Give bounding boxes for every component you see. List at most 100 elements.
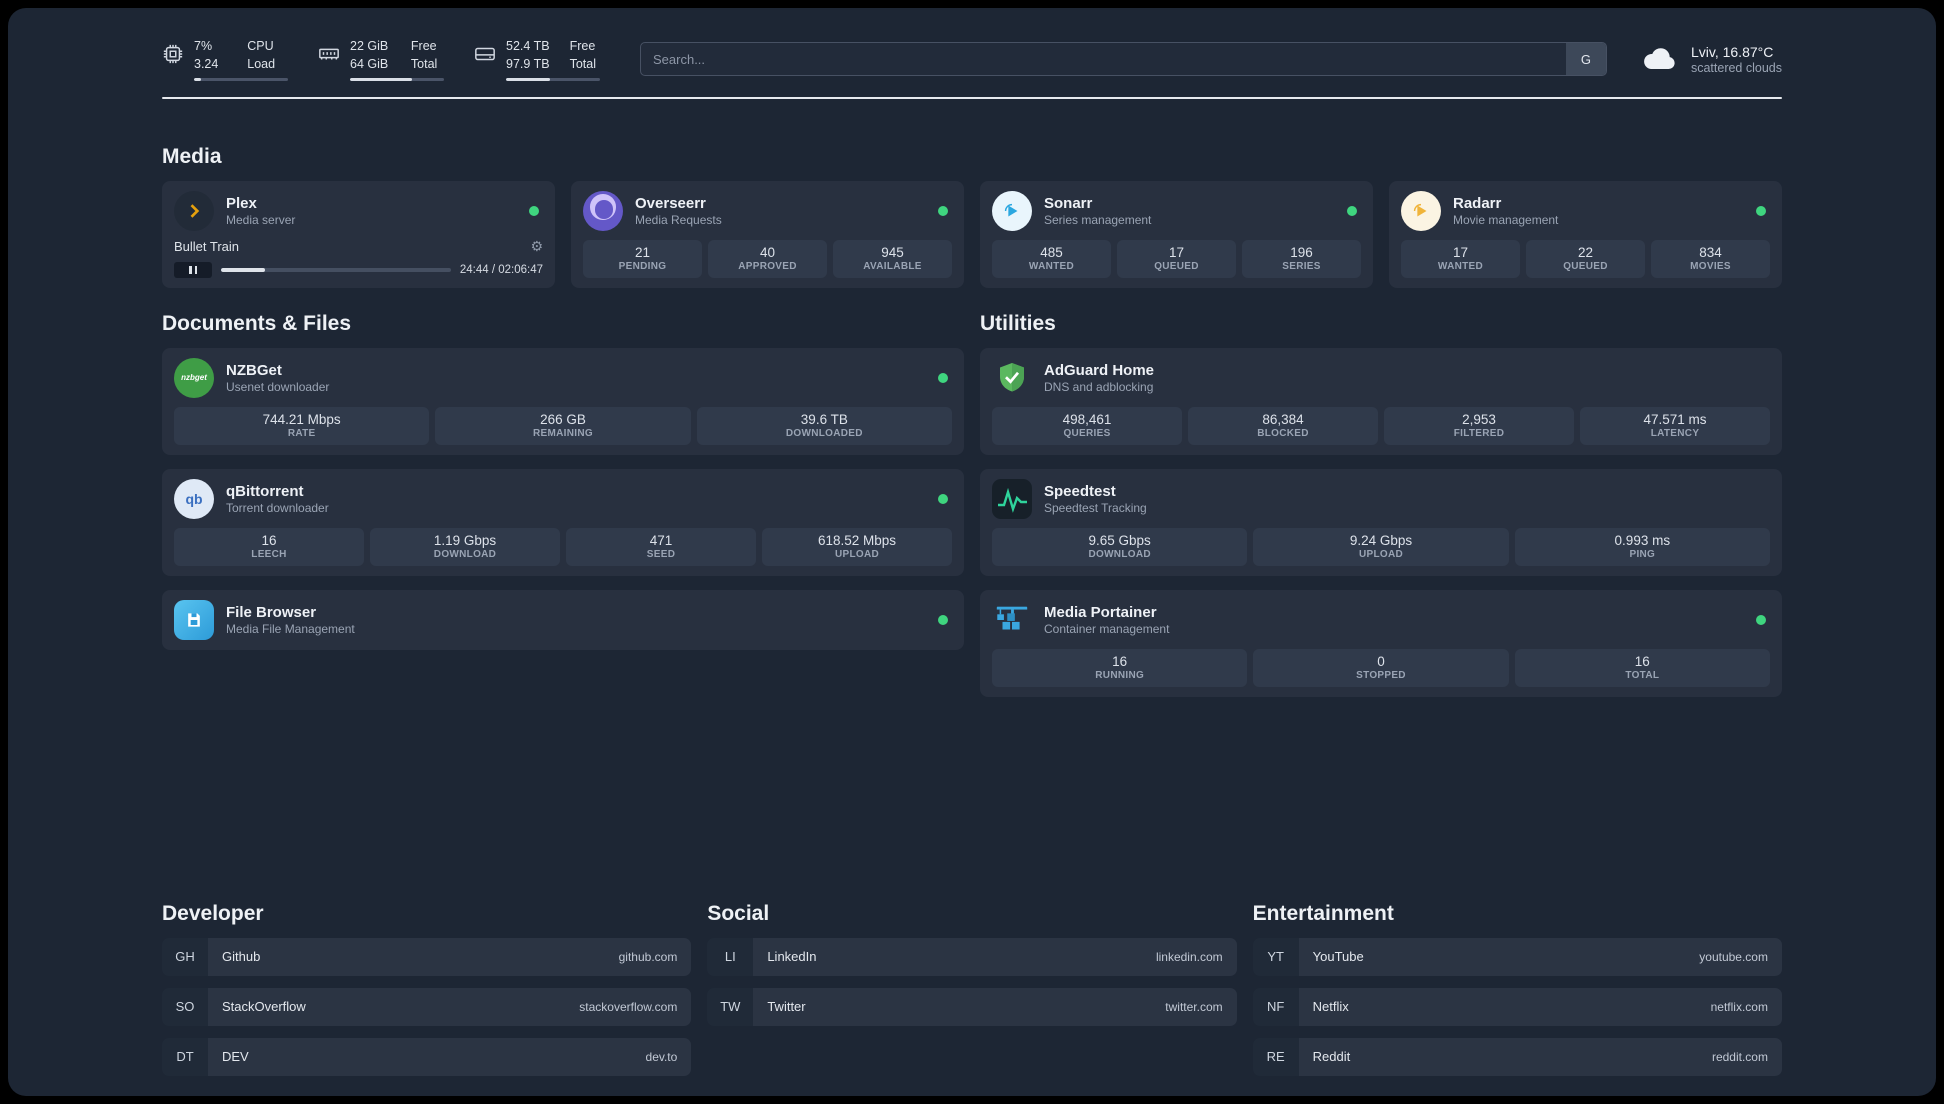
service-subtitle: Torrent downloader [226,500,329,515]
bookmark-name: Twitter [767,999,806,1015]
status-dot [938,493,948,504]
service-name[interactable]: Radarr [1453,195,1558,212]
service-name[interactable]: qBittorrent [226,483,329,500]
pause-button[interactable] [174,261,212,278]
disk-usage-bar [506,77,600,81]
section-title-entertainment: Entertainment [1252,901,1394,925]
service-card-plex: Plex Media server Bullet Train ⚙ 24:44 /… [162,180,555,288]
bookmarks-section: Developer GH Github github.com SO StackOv… [162,902,1782,1096]
bookmark-name: StackOverflow [222,999,306,1015]
now-playing-title: Bullet Train [174,238,240,254]
bookmark-abbr: LI [707,937,754,976]
plex-icon [174,190,214,231]
service-subtitle: Movie management [1453,212,1559,227]
bookmark-name: DEV [222,1049,249,1065]
bookmark-youtube[interactable]: YT YouTube youtube.com [1252,937,1782,976]
service-subtitle: Series management [1044,212,1152,227]
bookmark-group-social: Social LI LinkedIn linkedin.com TW Twitte… [707,902,1237,1026]
bookmark-group-developer: Developer GH Github github.com SO StackOv… [162,902,692,1076]
service-name[interactable]: Sonarr [1044,195,1151,212]
bookmark-reddit[interactable]: RE Reddit reddit.com [1252,1037,1782,1076]
stat-tile: 86,384 BLOCKED [1188,406,1378,445]
stat-tile: 266 GB REMAINING [435,406,691,445]
cpu-value: 7% [194,39,213,53]
service-subtitle: Speedtest Tracking [1044,500,1147,515]
header-divider [162,96,1782,99]
service-card-qbittorrent: qb qBittorrent Torrent downloader 16 LEEC… [162,468,964,576]
bookmark-abbr: DT [162,1037,208,1076]
resource-widgets: 7% CPU 3.24 Load 22 GiB Free 64 GiB Tota… [162,38,600,81]
search-engine-button[interactable]: G [1565,43,1606,76]
filebrowser-icon [174,599,214,640]
status-dot [938,205,948,216]
stat-tile: 16 LEECH [174,527,364,566]
service-subtitle: Container management [1044,621,1170,636]
service-subtitle: Usenet downloader [226,379,330,394]
service-card-radarr: Radarr Movie management 17 WANTED 22 QUEUE… [1389,180,1782,288]
adguard-icon [992,358,1032,398]
memory-widget: 22 GiB Free 64 GiB Total [318,38,444,81]
status-dot [1756,614,1766,625]
disk-icon [474,43,496,65]
cpu-widget: 7% CPU 3.24 Load [162,38,288,81]
stat-tile: 471 SEED [566,527,756,566]
service-card-filebrowser: File Browser Media File Management [162,589,964,650]
service-card-speedtest: Speedtest Speedtest Tracking 9.65 Gbps DO… [980,468,1782,576]
bookmark-domain: github.com [618,949,678,964]
bookmark-abbr: SO [162,987,208,1026]
bookmark-dev[interactable]: DT DEV dev.to [162,1037,692,1076]
service-card-overseerr: Overseerr Media Requests 21 PENDING 40 APP… [571,180,964,288]
service-name[interactable]: File Browser [226,604,355,621]
bookmark-abbr: TW [707,987,754,1026]
stat-tile: 16 TOTAL [1514,648,1770,687]
bookmark-abbr: GH [162,937,208,976]
bookmark-domain: dev.to [645,1049,678,1064]
disk-free-label: Free [569,39,596,53]
bookmark-group-entertainment: Entertainment YT YouTube youtube.com NF N… [1252,901,1782,1076]
status-dot [529,205,539,216]
weather-location: Lviv, 16.87°C [1690,43,1774,60]
bookmark-linkedin[interactable]: LI LinkedIn linkedin.com [707,937,1237,976]
status-dot [1347,205,1357,216]
bookmark-github[interactable]: GH Github github.com [162,937,692,976]
stat-tile: 47.571 ms LATENCY [1580,406,1770,445]
service-name[interactable]: Speedtest [1044,483,1147,500]
playback-progress-bar[interactable] [221,267,451,272]
service-name[interactable]: Plex [226,195,295,212]
sonarr-icon [992,190,1032,231]
bookmark-domain: reddit.com [1711,1049,1768,1064]
top-bar: 7% CPU 3.24 Load 22 GiB Free 64 GiB Tota… [162,38,1782,81]
overseerr-icon [583,190,623,231]
dashboard: 7% CPU 3.24 Load 22 GiB Free 64 GiB Tota… [8,8,1936,1096]
service-name[interactable]: NZBGet [226,362,329,379]
gear-icon[interactable]: ⚙ [530,239,543,253]
bookmark-abbr: YT [1252,937,1299,976]
service-subtitle: Media File Management [226,621,355,636]
stat-tile: 39.6 TB DOWNLOADED [696,406,952,445]
service-name[interactable]: AdGuard Home [1044,362,1154,379]
bookmark-domain: youtube.com [1699,949,1768,964]
stat-tile: 618.52 Mbps UPLOAD [762,527,952,566]
status-dot [1756,205,1766,216]
weather-widget[interactable]: Lviv, 16.87°C scattered clouds [1641,44,1782,75]
bookmark-twitter[interactable]: TW Twitter twitter.com [707,987,1237,1026]
stat-tile: 9.65 Gbps DOWNLOAD [992,527,1248,566]
bookmark-netflix[interactable]: NF Netflix netflix.com [1252,987,1782,1026]
service-subtitle: Media Requests [635,212,722,227]
search-input[interactable] [640,42,1607,77]
cloud-icon [1641,44,1679,74]
utilities-column: Utilities AdGuard Home DNS and adblockin… [980,312,1782,697]
cpu-icon [162,43,184,65]
memory-free-label: Free [410,39,437,53]
stat-tile: 9.24 Gbps UPLOAD [1253,527,1509,566]
disk-free-value: 52.4 TB [506,39,550,53]
search-bar: G [640,42,1607,77]
bookmark-stackoverflow[interactable]: SO StackOverflow stackoverflow.com [162,987,692,1026]
bookmark-abbr: NF [1252,987,1299,1026]
stat-tile: 22 QUEUED [1526,239,1645,278]
stat-tile: 1.19 Gbps DOWNLOAD [370,527,560,566]
stat-tile: 196 SERIES [1242,239,1361,278]
service-name[interactable]: Media Portainer [1044,604,1169,621]
service-name[interactable]: Overseerr [635,195,722,212]
stat-tile: 485 WANTED [992,239,1111,278]
